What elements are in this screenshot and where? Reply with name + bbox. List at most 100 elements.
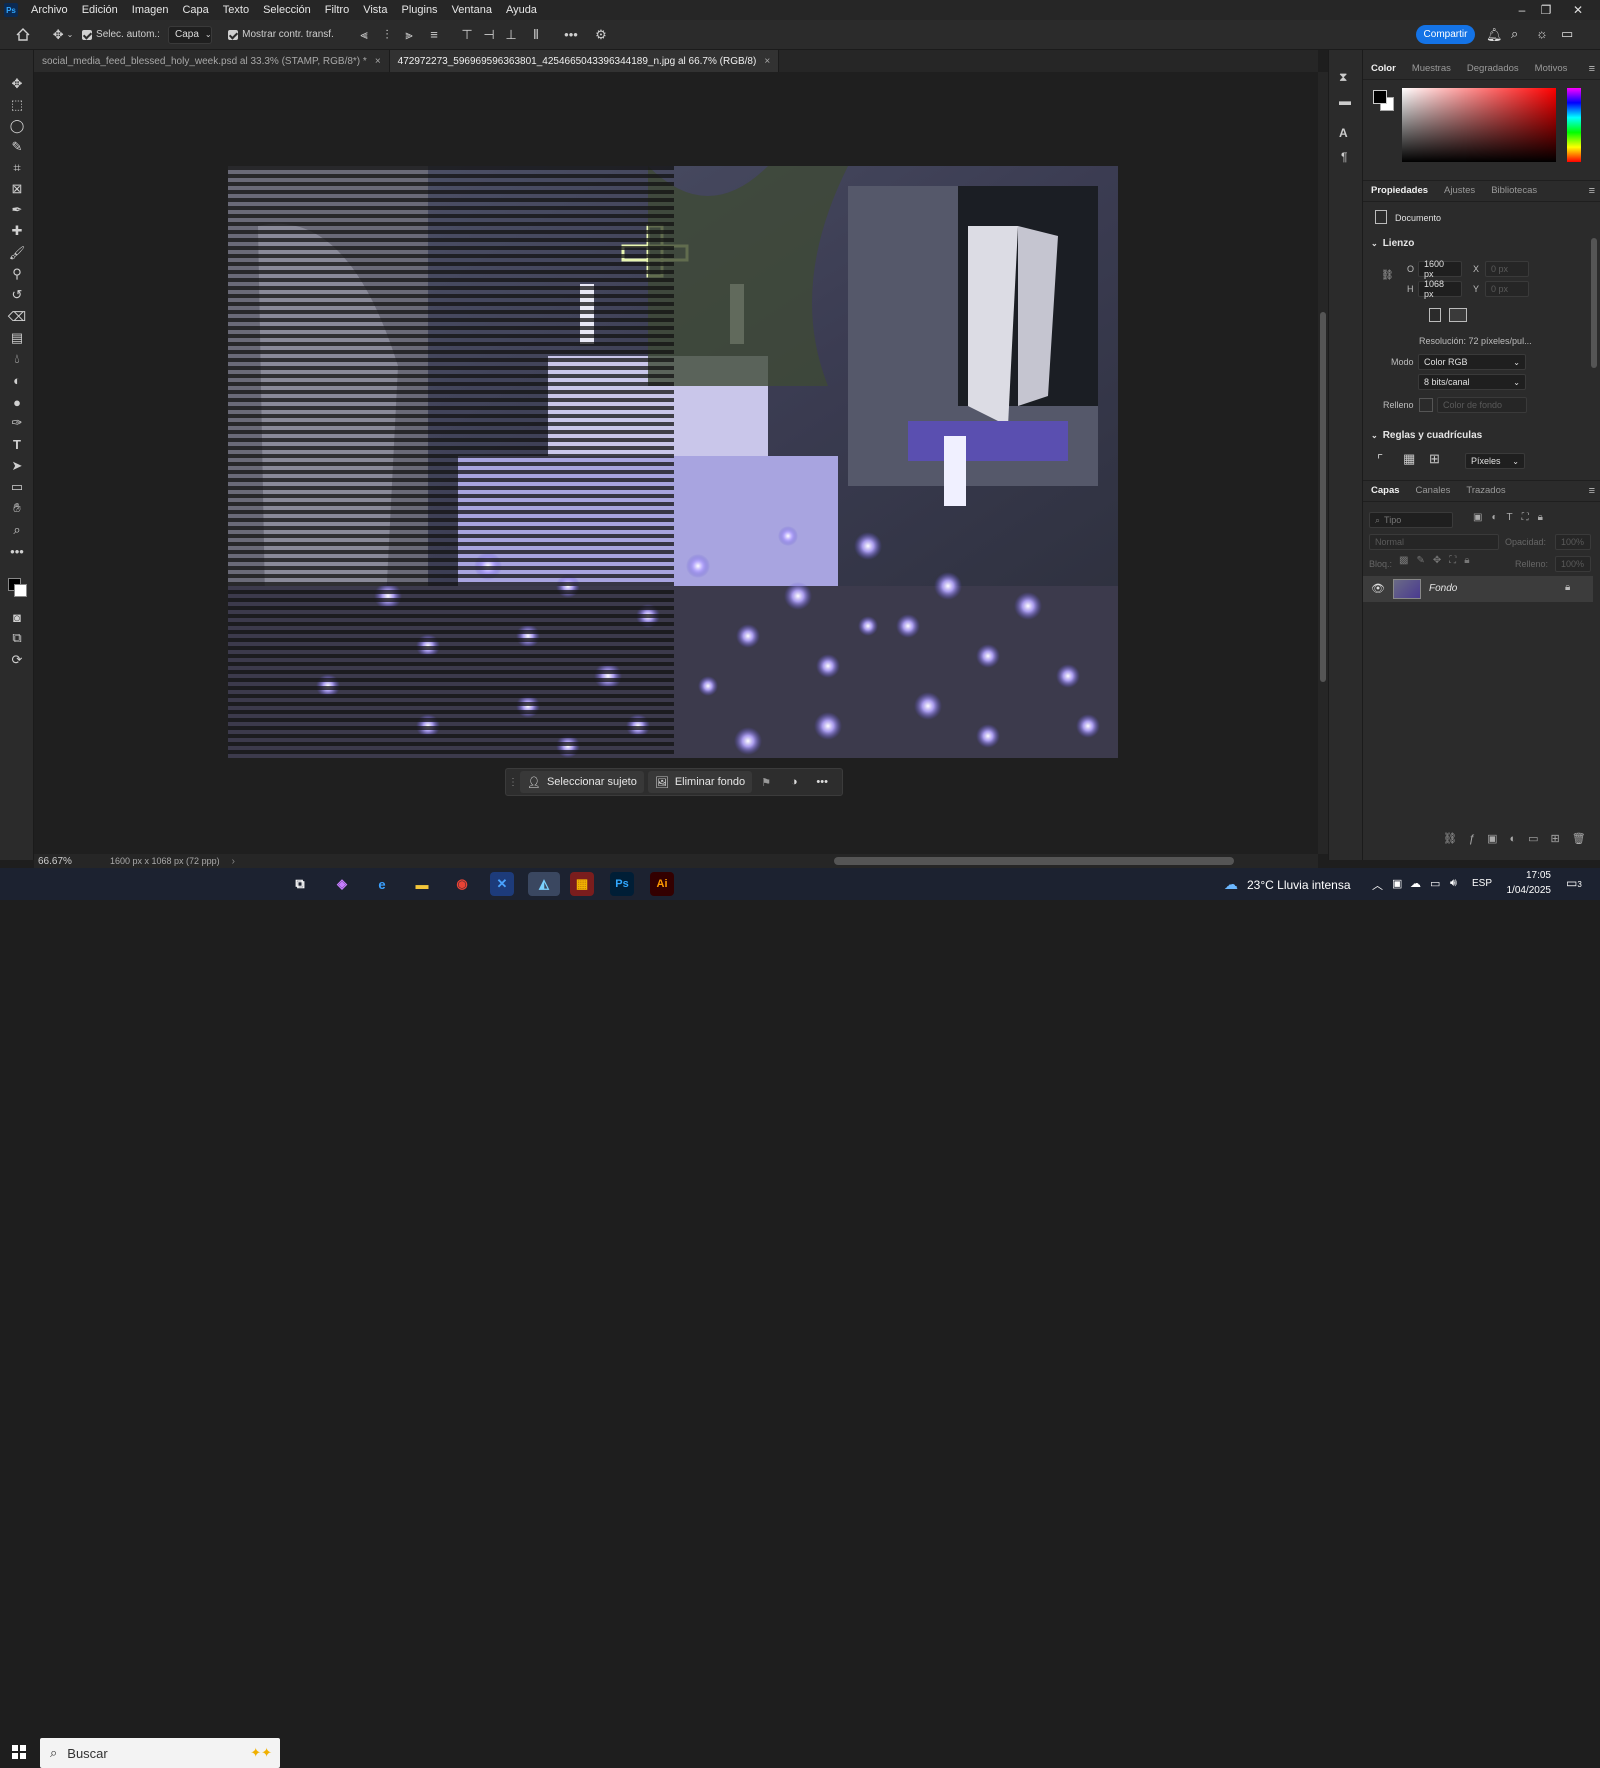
landscape-icon[interactable] <box>1449 308 1467 322</box>
select-subject-button[interactable]: 👤︎ Seleccionar sujeto <box>520 771 644 793</box>
eyedropper-tool-icon[interactable]: ✒ <box>5 200 29 220</box>
lasso-tool-icon[interactable]: ◯ <box>5 116 29 136</box>
hand-tool-icon[interactable]: ✋︎ <box>5 498 29 518</box>
healing-brush-icon[interactable]: ✚ <box>5 221 29 241</box>
drag-handle-icon[interactable]: ⋮ <box>508 771 518 793</box>
auto-select-dropdown[interactable]: Capa ⌄ <box>168 25 212 44</box>
height-field[interactable]: 1068 px <box>1418 279 1462 299</box>
align-top-icon[interactable]: ⊤ <box>456 20 478 50</box>
restore-button[interactable]: ❐ <box>1534 0 1558 20</box>
distribute-v-icon[interactable]: ⦀ <box>522 20 550 50</box>
fill-dropdown[interactable]: Color de fondo <box>1437 397 1527 413</box>
taskbar-search-box[interactable]: ⌕ Buscar ✦✦ <box>40 1738 280 1768</box>
type-tool-icon[interactable]: T <box>5 434 29 454</box>
windows-start-icon[interactable] <box>12 1745 26 1759</box>
edge-icon[interactable]: e <box>370 872 394 896</box>
fill-swatch[interactable] <box>1419 398 1433 412</box>
menu-seleccion[interactable]: Selección <box>256 0 318 20</box>
color-mode-dropdown[interactable]: Color RGB ⌄ <box>1418 354 1526 370</box>
history-brush-icon[interactable]: ↺ <box>5 285 29 305</box>
link-icon[interactable]: ⛓ <box>1381 270 1394 281</box>
quick-mask-icon[interactable]: ◙ <box>5 607 29 627</box>
zoom-level[interactable]: 66.67% <box>38 856 110 867</box>
units-dropdown[interactable]: Píxeles ⌄ <box>1465 453 1525 469</box>
panel-menu-icon[interactable]: ≡ <box>1589 63 1595 75</box>
panel-menu-icon[interactable]: ≡ <box>1589 485 1595 497</box>
bell-icon[interactable]: 🔔︎ <box>1486 27 1503 43</box>
tab-psd-document[interactable]: social_media_feed_blessed_holy_week.psd … <box>34 50 390 72</box>
refine-icon[interactable]: ⚑ <box>752 776 780 789</box>
horizontal-scroll-thumb[interactable] <box>834 857 1234 865</box>
minimize-button[interactable]: – <box>1510 0 1534 20</box>
brush-tool-icon[interactable]: 🖌︎ <box>5 243 29 263</box>
generative-icon[interactable]: ⟳ <box>5 650 29 670</box>
app-icon-1[interactable]: ✕ <box>490 872 514 896</box>
menu-plugins[interactable]: Plugins <box>394 0 444 20</box>
tab-degradados[interactable]: Degradados <box>1459 58 1527 80</box>
notifications-icon[interactable]: ▭3 <box>1566 876 1582 890</box>
tab-trazados[interactable]: Trazados <box>1458 480 1513 502</box>
guides-icon[interactable]: ⊞ <box>1429 451 1440 467</box>
ruler-icon[interactable]: ⌜ <box>1377 452 1383 468</box>
x-field[interactable]: 0 px <box>1485 261 1529 277</box>
layer-name[interactable]: Fondo <box>1429 583 1457 594</box>
layer-filter-icons[interactable]: ▣◐T⛶🔒︎ <box>1473 512 1552 523</box>
close-tab-icon[interactable]: × <box>375 56 381 67</box>
canvas-section-title[interactable]: ⌄ Lienzo <box>1371 238 1414 249</box>
close-window-button[interactable]: ✕ <box>1566 0 1590 20</box>
panel-menu-icon[interactable]: ≡ <box>1589 185 1595 197</box>
gradient-tool-icon[interactable]: ▤ <box>5 328 29 348</box>
y-field[interactable]: 0 px <box>1485 281 1529 297</box>
tab-jpg-document[interactable]: 472972273_596969596363801_42546650433963… <box>389 50 780 72</box>
settings-gear-icon[interactable]: ⚙ <box>586 20 616 50</box>
onedrive-icon[interactable]: ☁ <box>1410 877 1421 890</box>
weather-icon[interactable]: ☁ <box>1224 876 1238 893</box>
hue-slider[interactable] <box>1567 88 1581 162</box>
portrait-icon[interactable] <box>1429 308 1441 322</box>
tab-propiedades[interactable]: Propiedades <box>1363 180 1436 202</box>
menu-capa[interactable]: Capa <box>175 0 215 20</box>
move-tool-icon[interactable]: ✥ <box>5 74 29 94</box>
stamp-tool-icon[interactable]: ⚲ <box>5 264 29 284</box>
sponge-tool-icon[interactable]: ● <box>5 392 29 412</box>
home-icon[interactable] <box>0 20 46 50</box>
eraser-tool-icon[interactable]: ⌫ <box>5 307 29 327</box>
menu-ayuda[interactable]: Ayuda <box>499 0 544 20</box>
screen-mode-icon[interactable]: ⧉ <box>5 628 29 648</box>
pen-tool-icon[interactable]: ✑ <box>5 413 29 433</box>
tray-chevron-icon[interactable]: ︿ <box>1372 877 1383 893</box>
tab-ajustes[interactable]: Ajustes <box>1436 180 1483 202</box>
adjust-icon[interactable]: ◑ <box>780 776 808 788</box>
tab-bibliotecas[interactable]: Bibliotecas <box>1483 180 1545 202</box>
paragraph-panel-icon[interactable]: ¶ <box>1341 150 1347 164</box>
app-icon-3[interactable]: ▦ <box>570 872 594 896</box>
distribute-h-icon[interactable]: ≡ <box>420 20 448 50</box>
tab-muestras[interactable]: Muestras <box>1404 58 1459 80</box>
align-center-h-icon[interactable]: ⫶ <box>376 20 398 50</box>
background-color-swatch[interactable] <box>14 584 27 597</box>
tray-icon-1[interactable]: ▣ <box>1392 877 1402 890</box>
search-icon[interactable]: ⌕ <box>1511 26 1518 42</box>
layer-filter-search[interactable]: ⌕ Tipo <box>1369 512 1453 528</box>
tab-canales[interactable]: Canales <box>1408 480 1459 502</box>
close-tab-icon[interactable]: × <box>764 56 770 67</box>
marquee-tool-icon[interactable]: ⬚ <box>5 95 29 115</box>
menu-ventana[interactable]: Ventana <box>445 0 499 20</box>
menu-filtro[interactable]: Filtro <box>318 0 356 20</box>
dodge-tool-icon[interactable]: ◐ <box>5 370 29 390</box>
opacity-field[interactable]: 100% <box>1555 534 1591 550</box>
copilot-icon[interactable]: ◈ <box>330 872 354 896</box>
document-image[interactable] <box>228 166 1118 758</box>
clock-date[interactable]: 1/04/2025 <box>1497 885 1552 896</box>
remove-background-button[interactable]: 🖼︎ Eliminar fondo <box>647 771 753 793</box>
align-right-icon[interactable]: ⫸ <box>398 20 420 50</box>
properties-scrollbar[interactable] <box>1591 238 1597 368</box>
align-left-icon[interactable]: ⫷ <box>352 20 376 50</box>
frame-tool-icon[interactable]: ⊠ <box>5 179 29 199</box>
layer-actions-bar[interactable]: ⛓ƒ▣◐▭⊞🗑︎ <box>1443 832 1598 845</box>
rulers-section-title[interactable]: ⌄ Reglas y cuadrículas <box>1371 430 1482 441</box>
layer-fill-field[interactable]: 100% <box>1555 556 1591 572</box>
edit-toolbar-icon[interactable]: ••• <box>5 541 29 561</box>
align-middle-v-icon[interactable]: ⊣ <box>478 20 500 50</box>
more-options-icon[interactable]: ••• <box>556 20 586 50</box>
